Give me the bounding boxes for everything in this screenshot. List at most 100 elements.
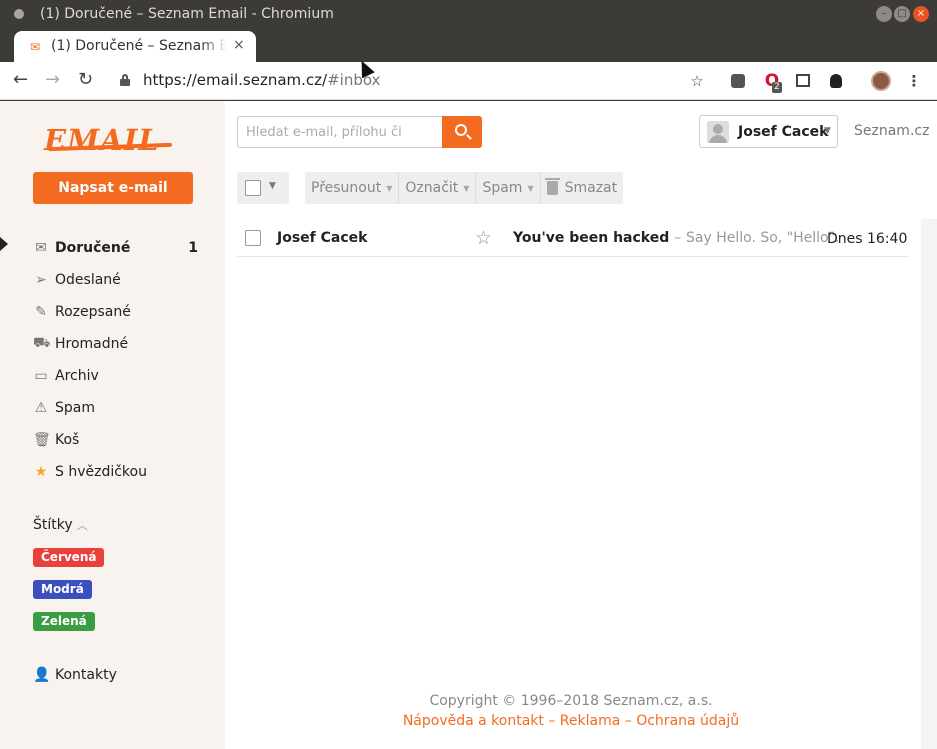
chevron-down-icon: ▼ bbox=[824, 126, 831, 136]
maximize-button[interactable]: □ bbox=[894, 6, 910, 22]
screenshot-extension-icon[interactable] bbox=[793, 71, 813, 91]
trash-icon: 🗑 bbox=[33, 432, 51, 448]
warning-icon: ⚠ bbox=[34, 400, 48, 416]
mark-label: Označit bbox=[405, 180, 459, 196]
folder-label: Hromadné bbox=[55, 336, 129, 352]
sidebar-item-spam[interactable]: ⚠ Spam bbox=[33, 392, 198, 424]
tab-close-icon[interactable]: × bbox=[233, 37, 245, 53]
copyright-text: Copyright © 1996–2018 Seznam.cz, a.s. bbox=[429, 693, 713, 709]
search-input[interactable] bbox=[237, 116, 443, 148]
active-folder-indicator bbox=[0, 237, 8, 251]
seznam-email-favicon-icon: ✉ bbox=[30, 40, 41, 54]
chevron-down-icon: ▼ bbox=[269, 181, 276, 191]
labels-heading[interactable]: Štítky ︿ bbox=[33, 517, 88, 533]
subject-separator: – bbox=[674, 230, 682, 246]
draft-icon: ✎ bbox=[35, 304, 47, 320]
user-menu-button[interactable]: Josef Cacek ▼ bbox=[699, 115, 838, 148]
lock-icon[interactable] bbox=[120, 74, 130, 86]
help-link[interactable]: Nápověda a kontakt bbox=[403, 713, 544, 729]
mark-button[interactable]: Označit ▼ bbox=[399, 172, 477, 204]
folder-label: Odeslané bbox=[55, 272, 121, 288]
sidebar-item-archive[interactable]: ▭ Archiv bbox=[33, 360, 198, 392]
avatar bbox=[707, 121, 729, 143]
message-sender: Josef Cacek bbox=[277, 230, 368, 246]
email-page: EMAIL Napsat e-mail ✉ Doručené 1 ➢ Odesl… bbox=[0, 101, 937, 749]
delete-button[interactable]: Smazat bbox=[541, 172, 624, 204]
spam-label: Spam bbox=[482, 180, 523, 196]
archive-icon: ▭ bbox=[34, 368, 48, 384]
email-logo[interactable]: EMAIL bbox=[44, 123, 160, 157]
seznam-home-link[interactable]: Seznam.cz bbox=[854, 123, 929, 139]
close-window-button[interactable]: × bbox=[913, 6, 929, 22]
extension-icon[interactable] bbox=[728, 71, 748, 91]
message-row[interactable]: Josef Cacek ☆ You've been hacked – Say H… bbox=[237, 219, 909, 257]
message-list: Josef Cacek ☆ You've been hacked – Say H… bbox=[237, 219, 909, 257]
sidebar-item-trash[interactable]: 🗑 Koš bbox=[33, 424, 198, 456]
compose-button[interactable]: Napsat e-mail bbox=[33, 172, 193, 204]
label-green[interactable]: Zelená bbox=[33, 612, 95, 631]
contacts-label: Kontakty bbox=[55, 667, 117, 683]
label-blue[interactable]: Modrá bbox=[33, 580, 92, 599]
window-menu-icon[interactable] bbox=[14, 9, 24, 19]
privacy-link[interactable]: Ochrana údajů bbox=[636, 713, 739, 729]
back-arrow-icon[interactable]: ← bbox=[13, 70, 28, 90]
chevron-down-icon: ▼ bbox=[463, 183, 470, 193]
forward-arrow-icon[interactable]: → bbox=[45, 70, 60, 90]
star-outline-icon[interactable]: ☆ bbox=[475, 227, 492, 249]
sidebar: EMAIL Napsat e-mail ✉ Doručené 1 ➢ Odesl… bbox=[0, 101, 225, 749]
bookmark-star-icon[interactable]: ☆ bbox=[687, 71, 707, 91]
sidebar-item-drafts[interactable]: ✎ Rozepsané bbox=[33, 296, 198, 328]
profile-avatar-icon[interactable] bbox=[871, 71, 891, 91]
browser-tab[interactable]: ✉ (1) Doručené – Seznam Email - Chromium… bbox=[14, 31, 256, 62]
select-all-dropdown[interactable]: ▼ bbox=[237, 172, 289, 204]
main-panel: Josef Cacek ▼ Seznam.cz ▼ Přesunout ▼ Ozn… bbox=[225, 101, 937, 749]
send-icon: ➢ bbox=[35, 272, 47, 288]
extension-badge: 2 bbox=[772, 82, 782, 93]
sidebar-item-starred[interactable]: ★ S hvězdičkou bbox=[33, 456, 198, 488]
folder-list: ✉ Doručené 1 ➢ Odeslané ✎ Rozepsané ⛟ Hr… bbox=[33, 232, 198, 488]
move-label: Přesunout bbox=[311, 180, 382, 196]
url-path: #inbox bbox=[327, 71, 381, 89]
tab-title: (1) Doručené – Seznam Email - Chromium bbox=[51, 38, 227, 54]
search-button[interactable] bbox=[442, 116, 482, 148]
star-icon: ★ bbox=[34, 464, 48, 480]
privacy-extension-icon[interactable] bbox=[826, 71, 846, 91]
footer-links: Nápověda a kontakt – Reklama – Ochrana ú… bbox=[225, 713, 917, 729]
spam-button[interactable]: Spam ▼ bbox=[476, 172, 541, 204]
select-all-checkbox[interactable] bbox=[245, 180, 261, 196]
address-bar[interactable]: https://email.seznam.cz/#inbox bbox=[143, 71, 380, 89]
label-red[interactable]: Červená bbox=[33, 548, 105, 567]
window-title: (1) Doručené – Seznam Email - Chromium bbox=[40, 6, 334, 22]
message-date: Dnes 16:40 bbox=[827, 231, 908, 247]
sidebar-item-bulk[interactable]: ⛟ Hromadné bbox=[33, 328, 198, 360]
unread-count: 1 bbox=[188, 240, 198, 256]
scrollbar[interactable] bbox=[921, 219, 937, 749]
folder-label: Spam bbox=[55, 400, 95, 416]
cart-icon: ⛟ bbox=[33, 335, 51, 351]
url-host: https://email.seznam.cz/ bbox=[143, 71, 328, 89]
folder-label: Koš bbox=[55, 432, 80, 448]
reload-icon[interactable]: ↻ bbox=[78, 70, 93, 90]
move-button[interactable]: Přesunout ▼ bbox=[305, 172, 400, 204]
message-preview: Say Hello. So, "Hello". bbox=[686, 230, 840, 246]
inbox-icon: ✉ bbox=[35, 240, 47, 256]
user-name: Josef Cacek bbox=[738, 124, 829, 140]
footer-separator: – bbox=[548, 713, 556, 729]
folder-label: Doručené bbox=[55, 240, 131, 256]
chevron-down-icon: ▼ bbox=[386, 183, 393, 193]
sidebar-item-sent[interactable]: ➢ Odeslané bbox=[33, 264, 198, 296]
footer-separator: – bbox=[624, 713, 632, 729]
sidebar-item-contacts[interactable]: 👤 Kontakty bbox=[33, 667, 117, 683]
folder-label: Archiv bbox=[55, 368, 99, 384]
ads-link[interactable]: Reklama bbox=[560, 713, 621, 729]
message-checkbox[interactable] bbox=[245, 230, 261, 246]
browser-menu-icon[interactable]: ⋮ bbox=[904, 71, 924, 91]
sidebar-item-inbox[interactable]: ✉ Doručené 1 bbox=[33, 232, 198, 264]
opera-extension-icon[interactable]: O2 bbox=[762, 71, 782, 93]
browser-toolbar: ← → ↻ https://email.seznam.cz/#inbox ☆ O… bbox=[0, 62, 937, 100]
window-titlebar: (1) Doručené – Seznam Email - Chromium –… bbox=[0, 0, 937, 28]
labels-heading-text: Štítky bbox=[33, 517, 73, 533]
minimize-button[interactable]: – bbox=[876, 6, 892, 22]
chevron-up-icon: ︿ bbox=[76, 519, 88, 532]
folder-label: Rozepsané bbox=[55, 304, 131, 320]
